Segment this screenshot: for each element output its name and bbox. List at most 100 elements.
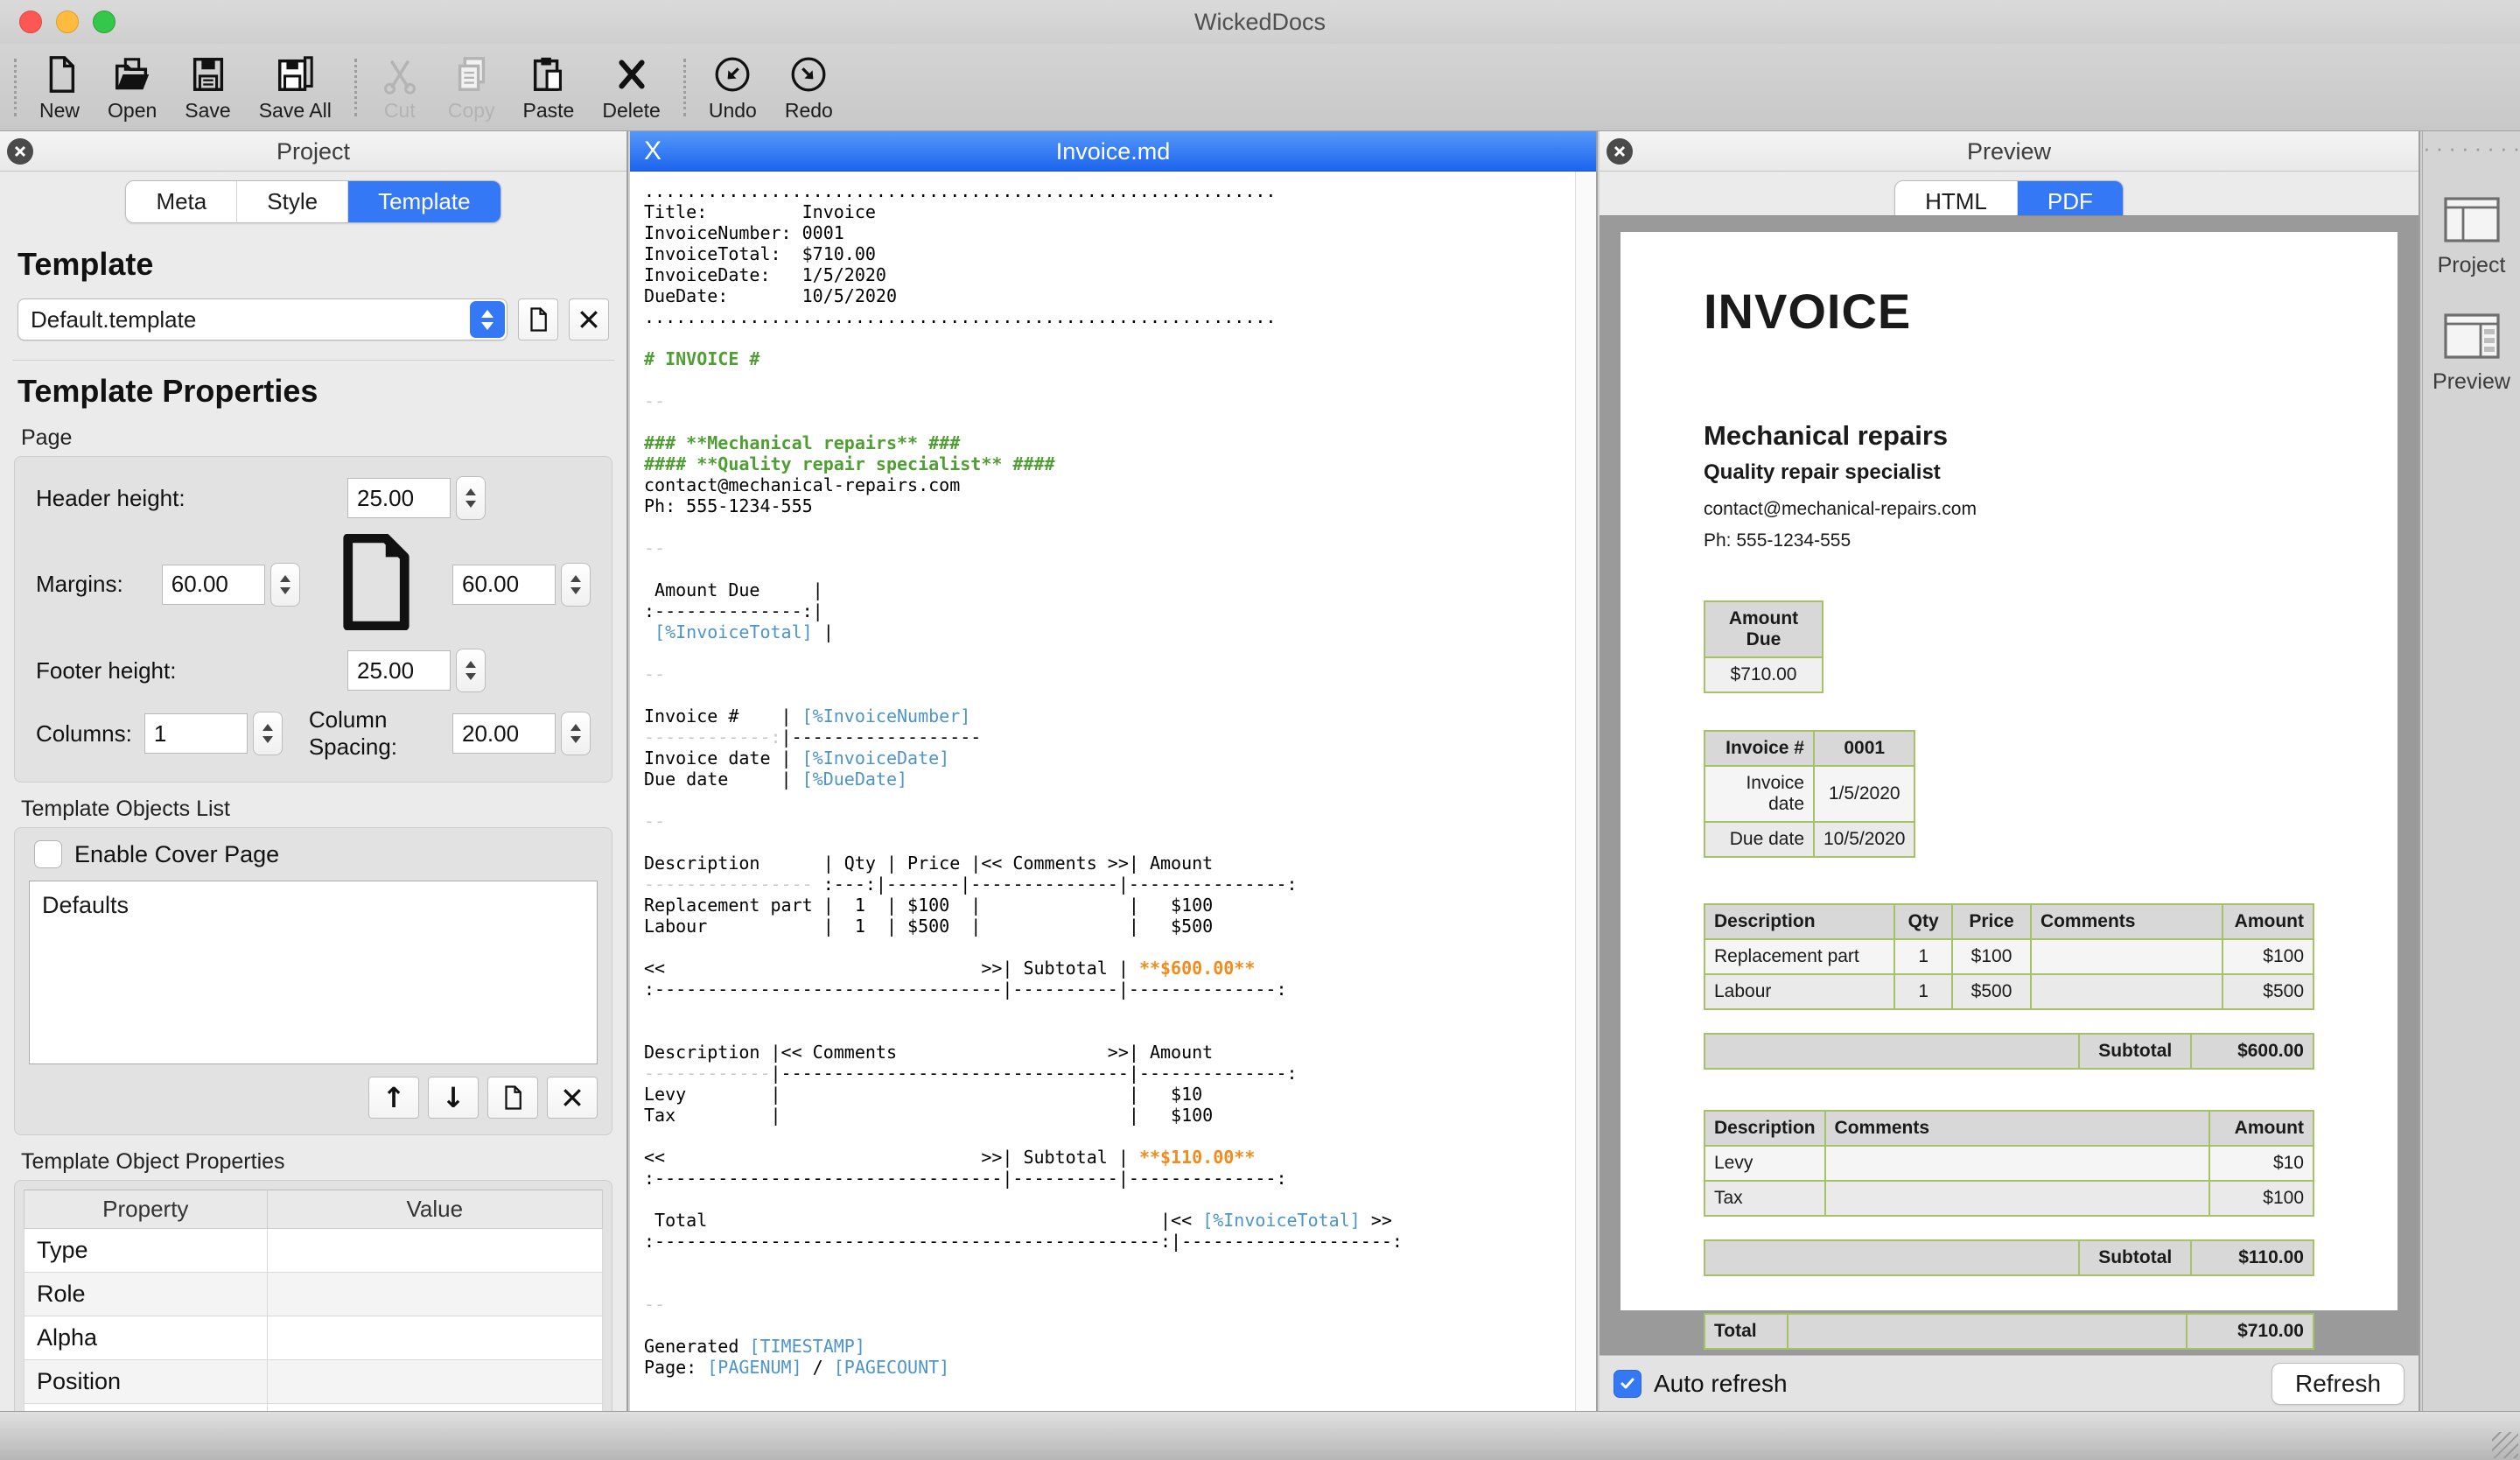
editor-line: Amount Due | (644, 579, 1575, 600)
pdf-preview-viewport[interactable]: INVOICE Mechanical repairs Quality repai… (1600, 215, 2418, 1355)
editor-line: << >>| Subtotal | **$110.00** (644, 1147, 1575, 1168)
page-group-label: Page (21, 425, 606, 451)
editor-line: :---------------------------------|-----… (644, 1168, 1575, 1189)
editor-line: ------------:|------------------ (644, 726, 1575, 748)
close-preview-panel-icon[interactable] (1606, 138, 1633, 165)
undo-button[interactable]: Undo (695, 47, 771, 128)
new-object-button[interactable] (487, 1077, 538, 1119)
property-column-header: Property (24, 1190, 268, 1229)
rail-item-project[interactable]: Project (2423, 197, 2520, 278)
new-button[interactable]: New (25, 47, 94, 128)
editor-line: ........................................… (644, 180, 1575, 201)
saveall-button[interactable]: Save All (245, 47, 346, 128)
property-name-cell: Role (24, 1273, 268, 1316)
toolbar-separator (14, 59, 17, 116)
header-height-stepper[interactable] (456, 476, 486, 520)
auto-refresh-label: Auto refresh (1654, 1370, 1788, 1398)
table-row: Levy$10 (1704, 1146, 2314, 1181)
margin-right-input[interactable] (452, 565, 556, 605)
footer-height-input[interactable] (347, 650, 451, 691)
editor-line: InvoiceNumber: 0001 (644, 222, 1575, 243)
editor-line: -- (644, 390, 1575, 411)
editor-scrollbar[interactable] (1575, 172, 1596, 1411)
editor-line: -- (644, 1294, 1575, 1315)
editor-line (644, 790, 1575, 811)
open-button[interactable]: Open (94, 47, 171, 128)
delete-button[interactable]: Delete (588, 47, 674, 128)
redo-icon (788, 54, 829, 95)
column-spacing-stepper[interactable] (561, 712, 591, 755)
margin-left-input[interactable] (162, 565, 265, 605)
tab-style[interactable]: Style (237, 181, 348, 222)
columns-stepper[interactable] (253, 712, 283, 755)
close-document-icon[interactable]: X (644, 131, 662, 172)
object-properties-table: Property Value TypeRoleAlphaPositionText… (24, 1190, 603, 1411)
column-spacing-input[interactable] (452, 713, 556, 754)
close-project-panel-icon[interactable] (7, 138, 33, 165)
refresh-button[interactable]: Refresh (2272, 1363, 2404, 1405)
rail-item-preview[interactable]: Preview (2423, 313, 2520, 395)
redo-button[interactable]: Redo (771, 47, 847, 128)
copy-button[interactable]: Copy (434, 47, 509, 128)
template-object-item[interactable]: Defaults (42, 888, 584, 923)
cut-button[interactable]: Cut (366, 47, 434, 128)
property-row: Position (24, 1360, 603, 1404)
tab-meta[interactable]: Meta (126, 181, 237, 222)
editor-line (644, 1315, 1575, 1336)
window-title: WickedDocs (0, 9, 2520, 36)
property-value-cell[interactable] (267, 1229, 602, 1273)
margin-right-stepper[interactable] (561, 563, 591, 607)
project-panel-header: Project (0, 131, 626, 172)
tab-template[interactable]: Template (348, 181, 500, 222)
subtotal-1-label: Subtotal (2079, 1034, 2191, 1069)
editor-line: Replacement part | 1 | $100 | | $100 (644, 895, 1575, 916)
preview-bottom-bar: Auto refresh Refresh (1600, 1355, 2418, 1411)
columns-input[interactable] (144, 713, 248, 754)
move-object-down-button[interactable]: ↓ (428, 1077, 479, 1119)
property-value-cell[interactable] (267, 1360, 602, 1404)
header-height-input[interactable] (347, 478, 451, 518)
toolbar: New Open Save Save All CutCopyPasteDelete Und… (0, 44, 2520, 131)
project-panel-icon (2444, 197, 2500, 242)
property-value-cell[interactable] (267, 1404, 602, 1412)
new-icon (39, 54, 80, 95)
enable-cover-page-checkbox[interactable] (34, 840, 62, 868)
saveall-button-label: Save All (259, 99, 332, 123)
property-name-cell: Position (24, 1360, 268, 1404)
subtotal-2-value: $110.00 (2191, 1240, 2314, 1275)
editor-content[interactable]: ........................................… (630, 172, 1575, 1411)
template-select[interactable]: Default.template (18, 298, 508, 340)
invoice-items-table: DescriptionQtyPriceCommentsAmountReplace… (1704, 903, 2314, 1010)
delete-template-button[interactable] (569, 298, 609, 340)
open-icon (112, 54, 152, 95)
table-row: Labour1$500$500 (1704, 974, 2314, 1009)
titlebar: WickedDocs (0, 0, 2520, 44)
property-value-cell[interactable] (267, 1273, 602, 1316)
object-properties-group: Property Value TypeRoleAlphaPositionText… (14, 1180, 612, 1411)
save-button[interactable]: Save (171, 47, 244, 128)
property-value-cell[interactable] (267, 1316, 602, 1360)
editor-line (644, 1189, 1575, 1210)
paste-button[interactable]: Paste (509, 47, 589, 128)
margins-label: Margins: (36, 571, 123, 598)
rail-drag-handle[interactable]: ········ (2423, 131, 2520, 162)
delete-object-button[interactable] (547, 1077, 598, 1119)
margin-left-stepper[interactable] (270, 563, 300, 607)
template-objects-listbox[interactable]: Defaults (29, 881, 598, 1064)
save-button-label: Save (185, 99, 230, 123)
invoice-info-row: Invoice date1/5/2020 (1704, 766, 1914, 822)
editor-line: :---------------------------------------… (644, 1231, 1575, 1252)
editor-line: Levy | | $10 (644, 1084, 1575, 1105)
editor-panel: X Invoice.md ...........................… (630, 131, 1598, 1411)
footer-height-stepper[interactable] (456, 649, 486, 692)
amount-due-value: $710.00 (1704, 657, 1823, 692)
editor-line (644, 1021, 1575, 1042)
new-template-button[interactable] (518, 298, 558, 340)
editor-line (644, 1000, 1575, 1021)
move-object-up-button[interactable]: ↑ (368, 1077, 419, 1119)
resize-grip[interactable] (2492, 1432, 2518, 1458)
auto-refresh-checkbox[interactable] (1614, 1370, 1642, 1398)
save-icon (188, 54, 228, 95)
footer-height-label: Footer height: (36, 657, 176, 684)
new-button-label: New (39, 99, 80, 123)
